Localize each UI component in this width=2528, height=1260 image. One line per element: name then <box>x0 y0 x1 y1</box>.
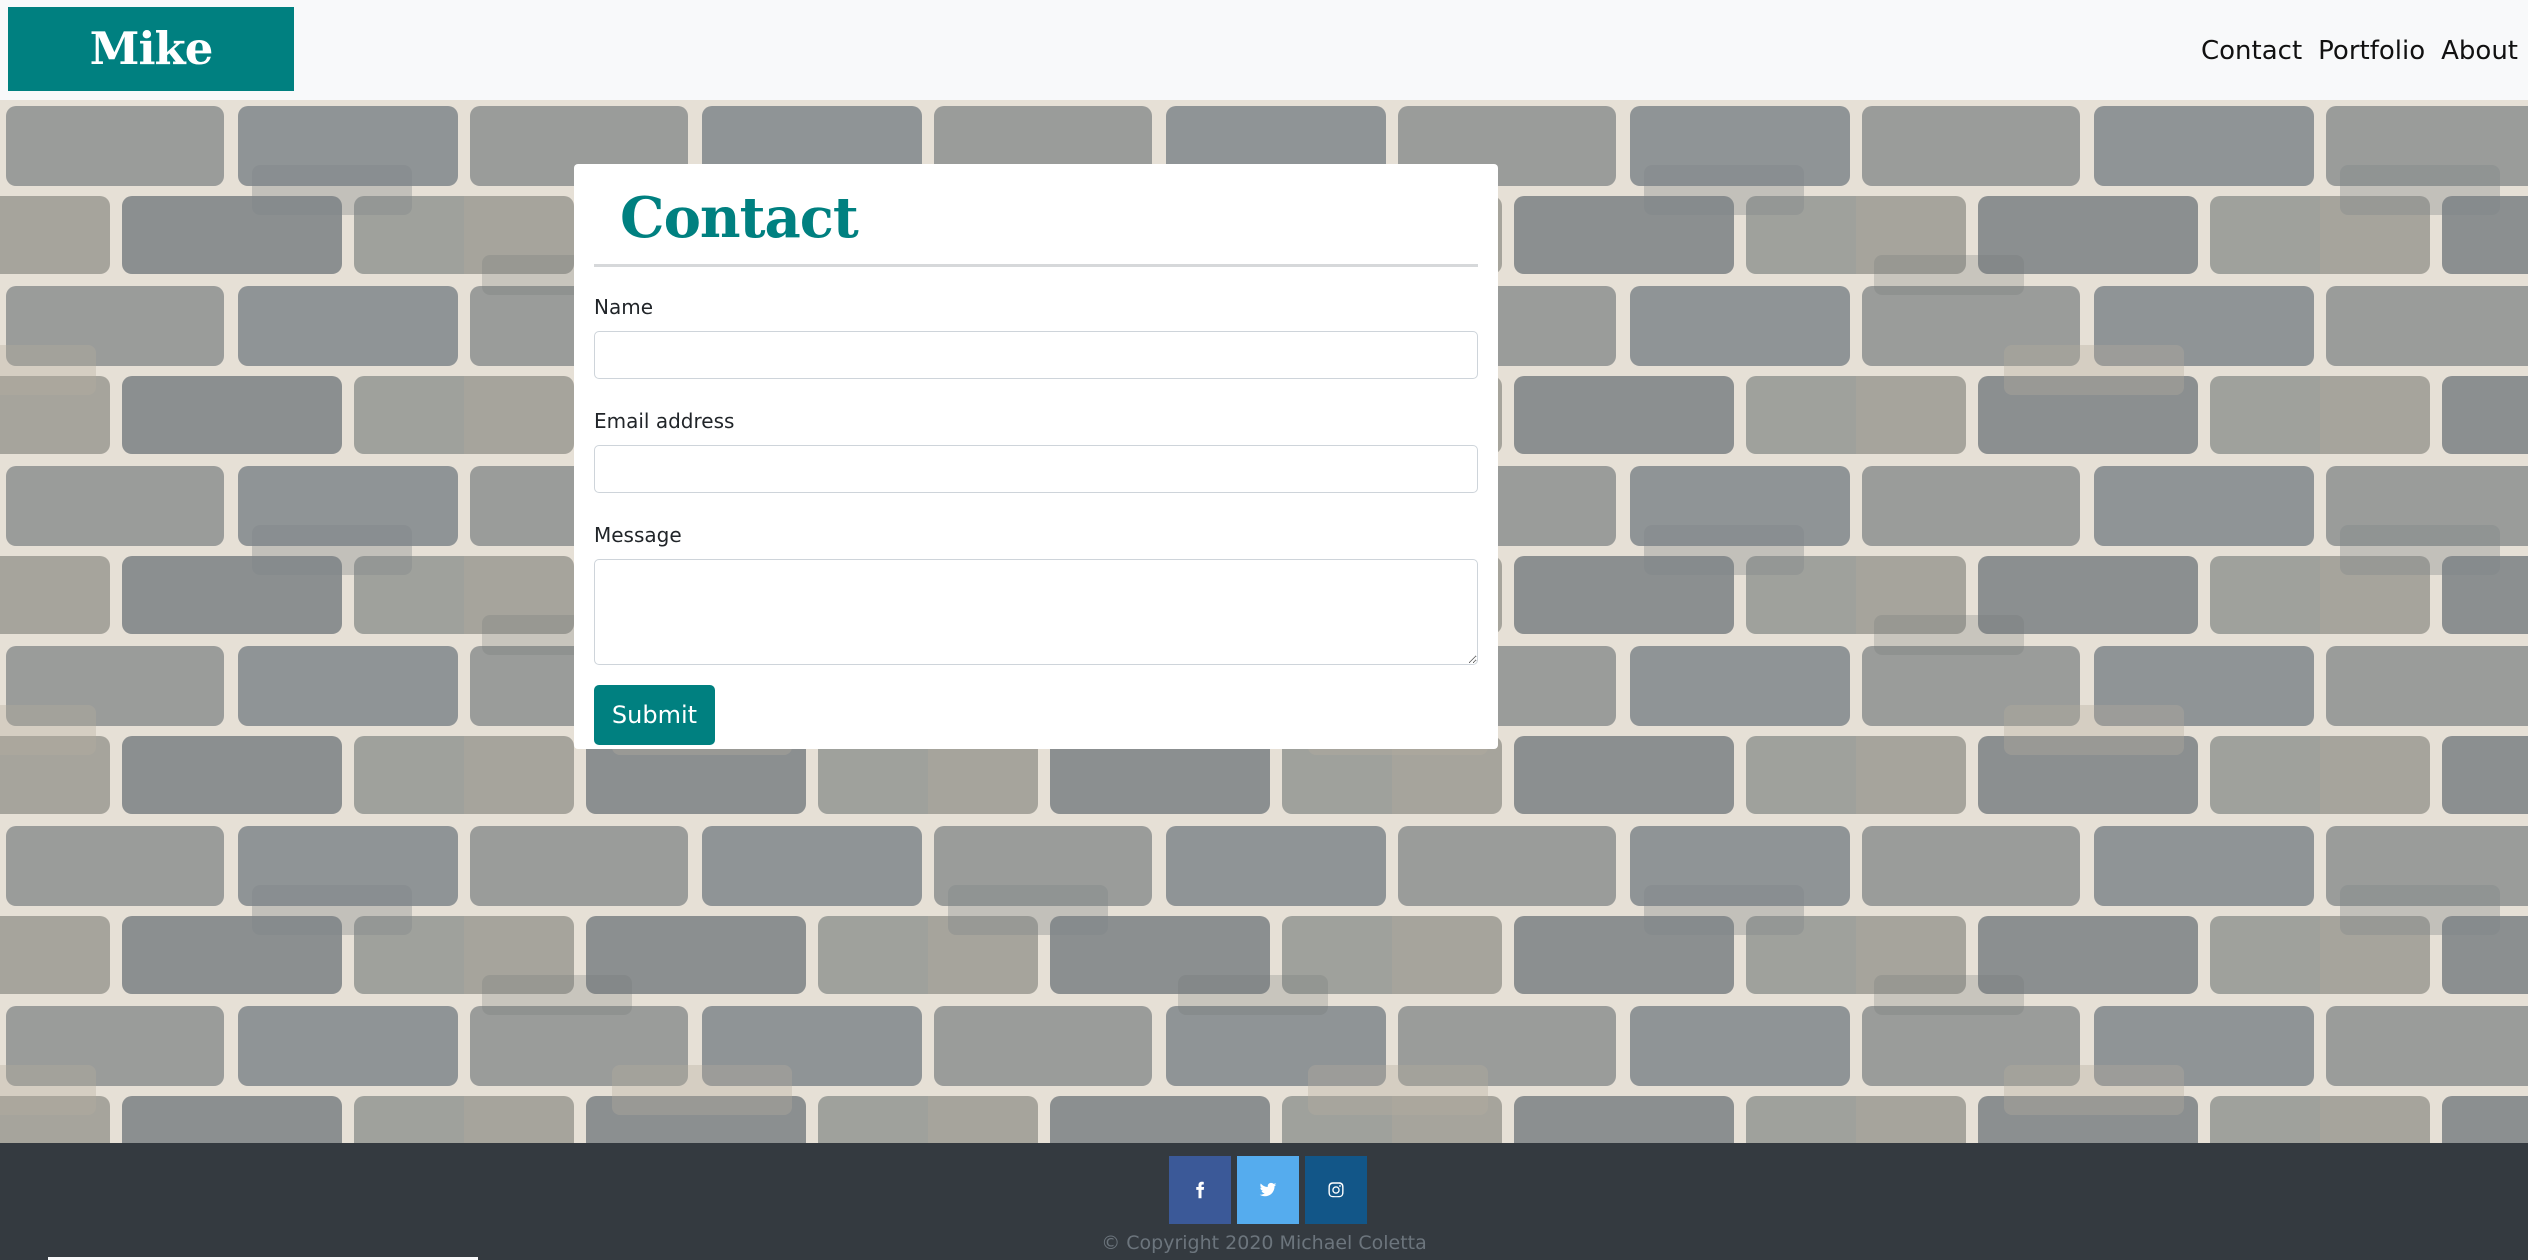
copyright-text: © Copyright 2020 Michael Coletta <box>1101 1232 1427 1254</box>
contact-card: Contact Name Email address Message Submi… <box>574 164 1498 749</box>
navbar: Mike Coletta Contact Portfolio About <box>0 0 2528 159</box>
social-links <box>1169 1156 1367 1224</box>
facebook-button[interactable] <box>1169 1156 1231 1224</box>
twitter-icon <box>1259 1182 1277 1197</box>
instagram-button[interactable] <box>1305 1156 1367 1224</box>
name-field[interactable] <box>594 331 1478 379</box>
nav-links: Contact Portfolio About <box>2199 28 2520 74</box>
facebook-icon <box>1196 1181 1205 1199</box>
nav-link-contact[interactable]: Contact <box>2199 36 2304 66</box>
message-field[interactable] <box>594 559 1478 665</box>
title-divider <box>594 264 1478 267</box>
instagram-icon <box>1328 1182 1344 1198</box>
submit-button[interactable]: Submit <box>594 685 715 745</box>
twitter-button[interactable] <box>1237 1156 1299 1224</box>
nav-link-portfolio[interactable]: Portfolio <box>2316 36 2427 66</box>
message-label: Message <box>594 523 682 547</box>
brand-logo[interactable]: Mike Coletta <box>8 7 294 159</box>
nav-link-about[interactable]: About <box>2439 36 2520 66</box>
email-label: Email address <box>594 409 735 433</box>
footer: © Copyright 2020 Michael Coletta <box>0 1143 2528 1260</box>
name-label: Name <box>594 295 654 319</box>
page-title: Contact <box>620 185 859 251</box>
email-field[interactable] <box>594 445 1478 493</box>
